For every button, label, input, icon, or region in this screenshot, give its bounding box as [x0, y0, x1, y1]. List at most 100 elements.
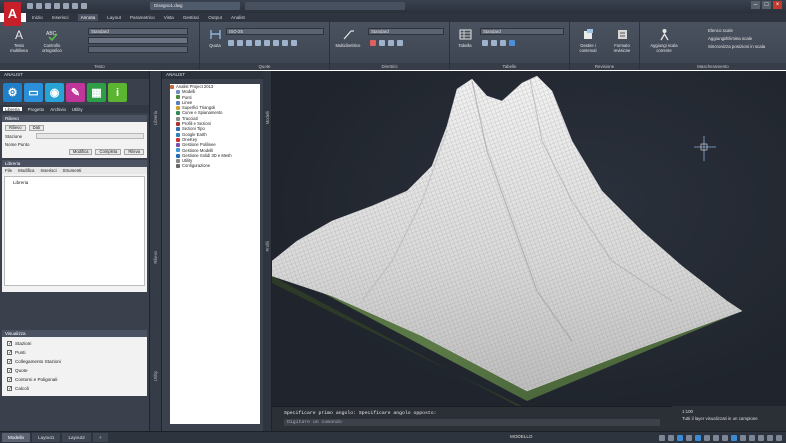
multileader-button[interactable]: Multidirettrice: [332, 28, 364, 48]
close-button[interactable]: ×: [773, 1, 782, 9]
tab-inserisci[interactable]: Inserisci: [52, 15, 69, 20]
modifica-button[interactable]: Modifica: [68, 149, 93, 155]
table-extract-icon[interactable]: [500, 40, 506, 46]
dim-continue-icon[interactable]: [264, 40, 270, 46]
text-height-select[interactable]: [88, 46, 188, 53]
osnap-toggle-icon[interactable]: [695, 435, 701, 441]
checkbox-icon[interactable]: [7, 349, 12, 358]
checkbox-icon[interactable]: [7, 367, 12, 376]
text-find-field[interactable]: [88, 37, 188, 44]
text-style-select[interactable]: Standard: [88, 28, 188, 35]
menu-strumenti[interactable]: Strumenti: [63, 168, 82, 173]
open-icon[interactable]: [36, 3, 42, 9]
chart-icon[interactable]: ✎: [66, 83, 85, 102]
scale-list-item[interactable]: Elenco scale: [708, 28, 733, 33]
libreria-tree[interactable]: Libreria: [4, 176, 145, 286]
table-download-icon[interactable]: [509, 40, 515, 46]
checkbox-icon[interactable]: [7, 385, 12, 394]
dim-space-icon[interactable]: [282, 40, 288, 46]
tab-analist[interactable]: Analist: [231, 15, 245, 20]
grid-toggle-icon[interactable]: [659, 435, 665, 441]
table-button[interactable]: Tabella: [452, 28, 478, 48]
tab-progetto[interactable]: Progetto: [28, 107, 45, 112]
command-input[interactable]: Digitare un comando: [284, 419, 660, 426]
customize-icon[interactable]: [776, 435, 782, 441]
grid-icon[interactable]: ▦: [87, 83, 106, 102]
tab-parametrico[interactable]: Parametrico: [130, 15, 155, 20]
strip-label-rilievo[interactable]: Rilievo: [153, 251, 158, 264]
collect-leader-icon[interactable]: [397, 40, 403, 46]
new-icon[interactable]: [27, 3, 33, 9]
menu-modifica[interactable]: Modifica: [18, 168, 34, 173]
table-link-icon[interactable]: [491, 40, 497, 46]
tab-model[interactable]: Modello: [2, 433, 31, 442]
tab-layout2[interactable]: Layout2: [62, 433, 91, 442]
markup-manage-button[interactable]: Gestire i contenuti: [572, 28, 604, 53]
strip-label-modelli[interactable]: Modelli: [265, 111, 270, 124]
plot-icon[interactable]: [63, 3, 69, 9]
tab-utility[interactable]: Utility: [72, 107, 83, 112]
tree-item[interactable]: Configurazione: [170, 163, 260, 168]
ortho-toggle-icon[interactable]: [677, 435, 683, 441]
strip-label-utility[interactable]: Utility: [153, 371, 158, 381]
tab-archivio[interactable]: Archivio: [50, 107, 66, 112]
tab-layout[interactable]: Layout: [107, 15, 121, 20]
fullscreen-icon[interactable]: [767, 435, 773, 441]
tab-gestisci[interactable]: Gestisci: [183, 15, 199, 20]
settings-icon[interactable]: ◉: [45, 83, 64, 102]
model-viewport[interactable]: [272, 71, 786, 406]
maximize-button[interactable]: □: [762, 1, 771, 9]
dim-break-icon[interactable]: [291, 40, 297, 46]
toggle-contorni[interactable]: Contorni e Poligonali: [5, 375, 144, 385]
add-delete-scales-item[interactable]: Aggiungi/Elimina scale: [708, 36, 752, 41]
scale-value[interactable]: 1:100: [672, 408, 786, 415]
folder-icon[interactable]: ▭: [24, 83, 43, 102]
strip-label-profili[interactable]: Profili: [265, 241, 270, 251]
table-merge-icon[interactable]: [482, 40, 488, 46]
toggle-quote[interactable]: Quote: [5, 366, 144, 376]
tab-libreria[interactable]: Libreria: [3, 107, 22, 112]
info-icon[interactable]: i: [108, 83, 127, 102]
analist-app-icon[interactable]: ⚙: [3, 83, 22, 102]
checkbox-icon[interactable]: [7, 376, 12, 385]
align-leader-icon[interactable]: [388, 40, 394, 46]
dim-aligned-icon[interactable]: [237, 40, 243, 46]
mleader-style-select[interactable]: Standard: [368, 28, 444, 35]
redo-icon[interactable]: [81, 3, 87, 9]
tab-rilievo[interactable]: Rilievo: [5, 125, 26, 131]
menu-file[interactable]: File: [5, 168, 12, 173]
strip-label-libreria[interactable]: Libreria: [153, 111, 158, 125]
dim-radius-icon[interactable]: [255, 40, 261, 46]
rileva-button[interactable]: Rileva: [124, 149, 144, 155]
save-icon[interactable]: [45, 3, 51, 9]
tab-vista[interactable]: Vista: [164, 15, 174, 20]
tab-inizio[interactable]: Inizio: [32, 15, 43, 20]
annotation-scale-icon[interactable]: [731, 435, 737, 441]
dim-style-select[interactable]: ISO-25: [226, 28, 324, 35]
table-style-select[interactable]: Standard: [480, 28, 564, 35]
hardware-accel-icon[interactable]: [758, 435, 764, 441]
dim-baseline-icon[interactable]: [273, 40, 279, 46]
search-input[interactable]: [245, 2, 405, 10]
saveas-icon[interactable]: [54, 3, 60, 9]
menu-inserisci[interactable]: Inserisci: [40, 168, 56, 173]
checkbox-icon[interactable]: [7, 358, 12, 367]
terrain-mesh[interactable]: [272, 71, 786, 406]
tab-output[interactable]: Output: [208, 15, 222, 20]
checkbox-icon[interactable]: [7, 340, 12, 349]
undo-icon[interactable]: [72, 3, 78, 9]
snap-toggle-icon[interactable]: [668, 435, 674, 441]
transparency-toggle-icon[interactable]: [722, 435, 728, 441]
toggle-collegamento-stazioni[interactable]: Collegamento Stazioni: [5, 357, 144, 367]
polar-toggle-icon[interactable]: [686, 435, 692, 441]
toggle-calcoli[interactable]: Calcoli: [5, 384, 144, 394]
application-menu-button[interactable]: A: [4, 2, 21, 26]
lineweight-toggle-icon[interactable]: [713, 435, 719, 441]
sync-scale-positions-item[interactable]: Sincronizza posizioni in scala: [708, 44, 765, 49]
libreria-root-node[interactable]: Libreria: [13, 180, 28, 185]
tab-annota[interactable]: Annota: [77, 14, 99, 21]
add-layout-button[interactable]: +: [92, 433, 108, 442]
toggle-stazioni[interactable]: Stazioni: [5, 339, 144, 349]
toggle-punti[interactable]: Punti: [5, 348, 144, 358]
minimize-button[interactable]: –: [751, 1, 760, 9]
